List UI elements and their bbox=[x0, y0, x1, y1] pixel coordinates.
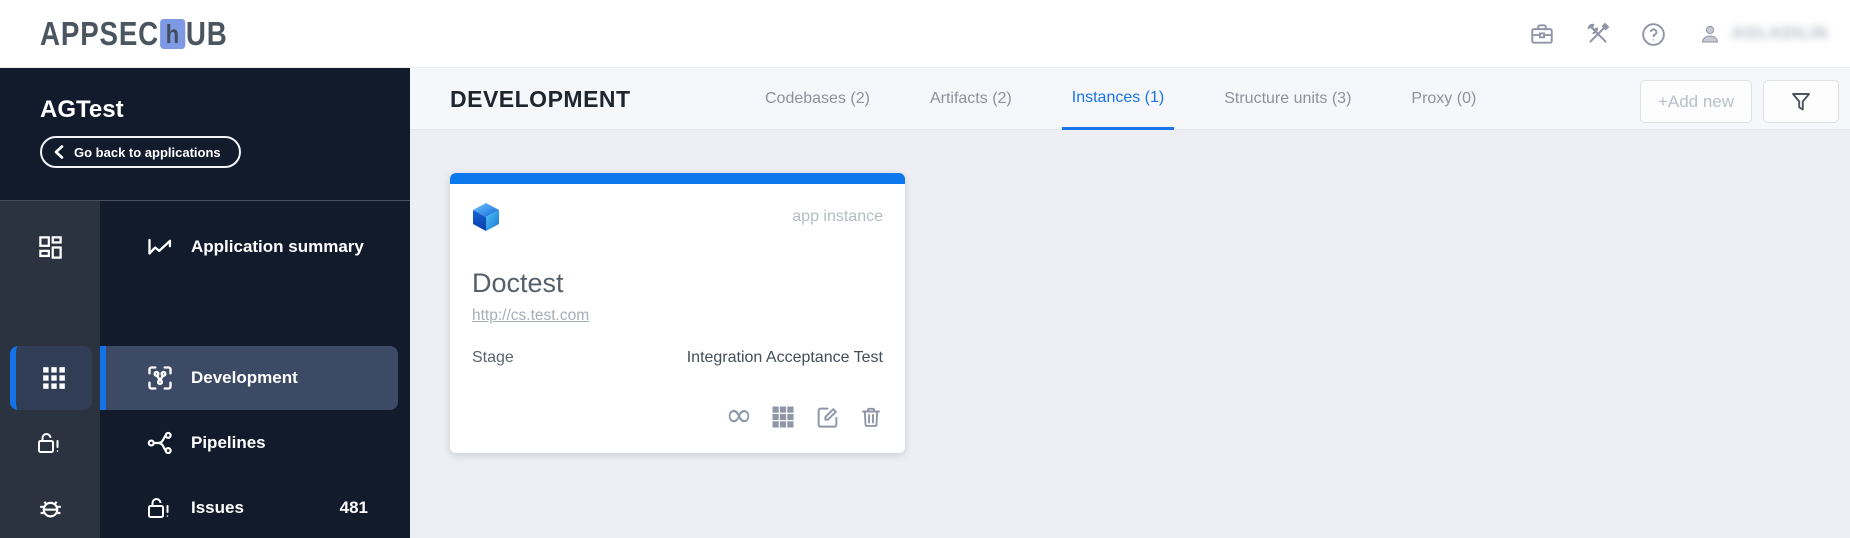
edit-icon[interactable] bbox=[813, 403, 841, 431]
menu-item-application-summary[interactable]: Application summary bbox=[100, 215, 410, 279]
go-back-button[interactable]: Go back to applications bbox=[40, 136, 241, 168]
tab-instances[interactable]: Instances (1) bbox=[1061, 68, 1175, 130]
tools-icon[interactable] bbox=[1584, 20, 1612, 48]
sidebar-menu: Application summary Development Pipeline… bbox=[100, 201, 410, 538]
page-title: DEVELOPMENT bbox=[450, 85, 631, 112]
appsechub-window: APPSEC h UB AGLADILIN AGTest Go back to … bbox=[0, 0, 1850, 538]
rail-item-issues[interactable] bbox=[0, 411, 100, 475]
instance-url-link[interactable]: http://cs.test.com bbox=[472, 307, 589, 325]
stage-row: Stage Integration Acceptance Test bbox=[472, 349, 883, 367]
tab-bar: Codebases (2) Artifacts (2) Instances (1… bbox=[735, 68, 1506, 130]
briefcase-icon[interactable] bbox=[1528, 20, 1556, 48]
card-type-label: app instance bbox=[792, 208, 883, 225]
go-back-label: Go back to applications bbox=[74, 144, 221, 160]
menu-item-label: Application summary bbox=[191, 237, 364, 256]
chart-icon bbox=[145, 233, 175, 261]
user-menu[interactable]: AGLADILIN bbox=[1696, 20, 1828, 48]
instances-panel: app instance Doctest http://cs.test.com … bbox=[410, 130, 1850, 538]
filter-button[interactable] bbox=[1763, 80, 1839, 123]
user-icon bbox=[1696, 20, 1724, 48]
rail-item-dashboard[interactable] bbox=[0, 215, 100, 279]
tab-proxy[interactable]: Proxy (0) bbox=[1401, 68, 1486, 130]
bug-icon bbox=[37, 495, 64, 522]
sidebar: AGTest Go back to applications Applicati… bbox=[0, 68, 410, 538]
menu-item-label: Issues bbox=[191, 498, 244, 517]
development-icon bbox=[145, 364, 175, 392]
lock-alert-icon bbox=[145, 494, 175, 522]
top-bar-actions: AGLADILIN bbox=[1528, 0, 1828, 68]
grid-icon[interactable] bbox=[769, 403, 797, 431]
application-name: AGTest bbox=[40, 96, 124, 123]
tab-codebases[interactable]: Codebases (2) bbox=[755, 68, 880, 130]
top-bar: APPSEC h UB AGLADILIN bbox=[0, 0, 1850, 68]
appsechub-logo[interactable]: APPSEC h UB bbox=[40, 15, 228, 53]
menu-item-pipelines[interactable]: Pipelines bbox=[100, 411, 410, 475]
infinity-icon[interactable]: ∞ bbox=[725, 398, 753, 431]
username-redacted: AGLADILIN bbox=[1731, 25, 1828, 42]
add-new-button[interactable]: +Add new bbox=[1640, 80, 1752, 123]
card-accent-bar bbox=[450, 173, 905, 184]
grid-icon bbox=[41, 365, 67, 391]
card-actions: ∞ bbox=[725, 398, 885, 431]
stage-label: Stage bbox=[472, 349, 514, 366]
menu-item-label: Development bbox=[191, 368, 298, 387]
rail-item-development[interactable] bbox=[10, 346, 92, 410]
menu-item-label: Pipelines bbox=[191, 433, 266, 452]
logo-h-tile: h bbox=[159, 18, 186, 49]
tab-structure-units[interactable]: Structure units (3) bbox=[1214, 68, 1361, 130]
tab-artifacts[interactable]: Artifacts (2) bbox=[920, 68, 1022, 130]
logo-text-appsec: APPSEC bbox=[40, 14, 160, 52]
issues-count-badge: 481 bbox=[339, 498, 368, 517]
rail-item-bug[interactable] bbox=[0, 476, 100, 538]
chevron-left-icon bbox=[54, 145, 64, 159]
help-icon[interactable] bbox=[1640, 20, 1668, 48]
pipelines-icon bbox=[145, 429, 175, 457]
menu-item-issues[interactable]: Issues 481 bbox=[100, 476, 410, 538]
card-body: app instance Doctest http://cs.test.com … bbox=[450, 184, 905, 453]
menu-item-development[interactable]: Development bbox=[100, 346, 398, 410]
instance-title: Doctest bbox=[472, 268, 564, 298]
delete-icon[interactable] bbox=[857, 403, 885, 431]
main-header: DEVELOPMENT Codebases (2) Artifacts (2) … bbox=[410, 68, 1850, 130]
lock-alert-icon bbox=[36, 429, 64, 457]
icon-rail bbox=[0, 201, 100, 538]
dashboard-icon bbox=[37, 234, 64, 261]
stage-value: Integration Acceptance Test bbox=[686, 349, 883, 366]
funnel-icon bbox=[1789, 90, 1813, 114]
app-instance-card[interactable]: app instance Doctest http://cs.test.com … bbox=[450, 173, 905, 453]
logo-text-ub: UB bbox=[185, 14, 228, 52]
